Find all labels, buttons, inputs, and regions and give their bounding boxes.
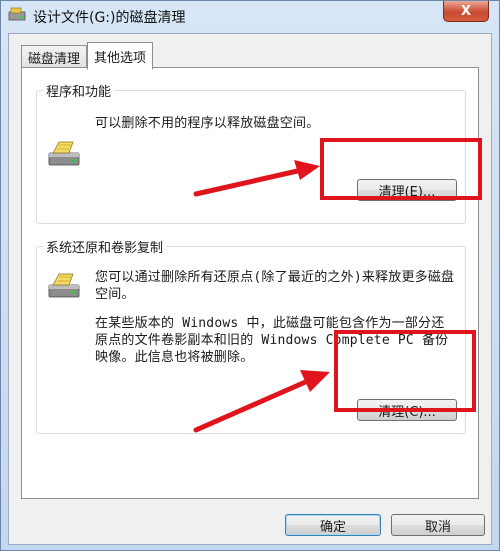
restore-group-label: 系统还原和卷影复制 [43,237,167,256]
window-title: 设计文件(G:)的磁盘清理 [33,10,186,26]
annotation-arrow-restore [193,370,330,433]
title-bar[interactable]: 设计文件(G:)的磁盘清理 X [1,1,499,31]
highlight-box-programs [320,138,482,200]
programs-description: 可以删除不用的程序以释放磁盘空间。 [95,116,320,131]
tab-more-options[interactable]: 其他选项 [87,42,154,70]
tab-disk-cleanup[interactable]: 磁盘清理 [21,45,88,68]
close-button[interactable]: X [443,1,489,22]
annotation-arrow-programs [193,160,320,197]
disk-cleanup-app-icon [8,7,26,21]
restore-description-1: 您可以通过删除所有还原点(除了最近的之外)来释放更多磁盘空间。 [95,270,455,302]
tab-strip: 磁盘清理 其他选项 [21,42,154,70]
dialog-body: 磁盘清理 其他选项 程序和功能 可以删除不用的程序以释放磁盘空间。 清理(E).… [8,33,492,545]
drive-cleanup-icon [48,141,80,166]
programs-group-label: 程序和功能 [43,81,115,100]
highlight-box-restore [334,330,476,412]
drive-restore-icon [48,273,80,298]
disk-cleanup-window: 设计文件(G:)的磁盘清理 X 磁盘清理 其他选项 程序和功能 可以删除不用的程… [0,0,500,551]
close-icon: X [460,3,472,19]
ok-button[interactable]: 确定 [285,514,381,536]
cancel-button[interactable]: 取消 [391,514,485,536]
